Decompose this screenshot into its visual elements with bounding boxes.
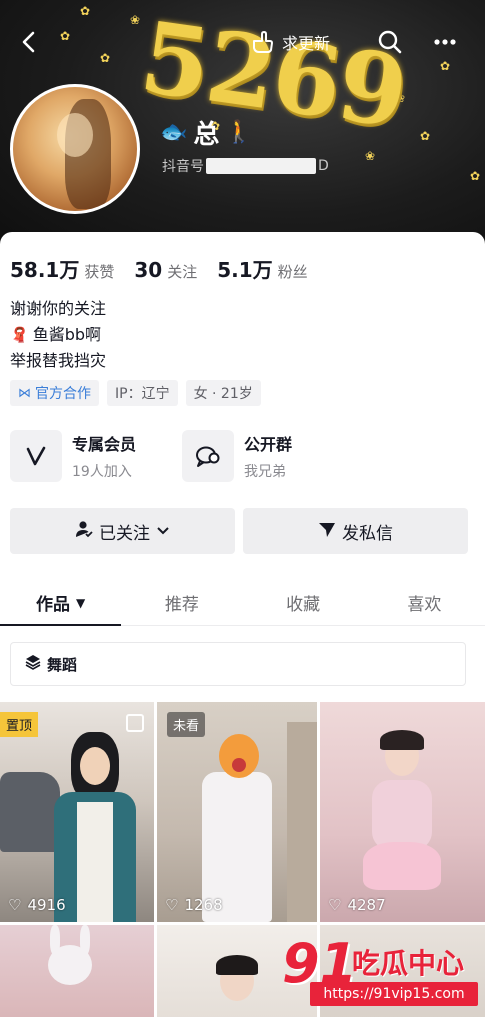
official-partner-tag[interactable]: ⋈ 官方合作 [10, 380, 99, 406]
message-button[interactable]: 发私信 [243, 508, 468, 554]
request-update-label: 求更新 [282, 34, 331, 53]
pinned-badge: 置顶 [0, 712, 39, 737]
hand-point-icon [253, 31, 273, 53]
stats-row: 58.1万 获赞 30 关注 5.1万 粉丝 [10, 254, 328, 283]
stat-label: 获赞 [84, 263, 115, 281]
group-subtitle: 我兄弟 [244, 464, 286, 480]
heart-icon: ♡ [328, 896, 342, 914]
bio-line: 谢谢你的关注 [10, 299, 107, 318]
tags-row: ⋈ 官方合作 IP：辽宁 女 · 21岁 [10, 380, 269, 406]
tab-favorites[interactable]: 收藏 [243, 580, 364, 625]
chat-icon [182, 430, 234, 482]
tab-label: 喜欢 [407, 595, 442, 615]
bio-line: 🧣 鱼酱bb啊 [10, 322, 106, 348]
account-id[interactable]: 抖音号 D [162, 156, 329, 176]
watermark-url: https://91vip15.com [310, 982, 478, 1006]
request-update-button[interactable]: 求更新 [250, 28, 330, 56]
collection-filter-label: 舞蹈 [47, 655, 78, 674]
video-thumbnail[interactable]: 置顶 ♡ 4916 [0, 702, 154, 922]
video-likes-count: 4287 [347, 896, 386, 914]
caret-down-icon: ▼ [76, 595, 86, 610]
account-id-redaction [206, 158, 316, 174]
account-id-prefix: 抖音号 [162, 159, 204, 175]
chevron-down-icon [156, 521, 170, 541]
tab-label: 作品 [36, 595, 70, 615]
followed-label: 已关注 [99, 523, 150, 544]
avatar[interactable] [10, 84, 140, 214]
video-likes: ♡ 4916 [8, 896, 66, 914]
message-label: 发私信 [342, 523, 393, 544]
stat-following[interactable]: 30 关注 [134, 258, 197, 282]
group-card[interactable]: 公开群 我兄弟 [182, 430, 354, 482]
bio-line: 举报替我挡灾 [10, 351, 107, 370]
site-watermark: 91 吃瓜中心 https://91vip15.com [282, 932, 482, 1010]
stat-likes[interactable]: 58.1万 获赞 [10, 254, 114, 283]
tab-label: 收藏 [286, 595, 321, 615]
stat-value: 5.1万 [217, 258, 273, 282]
group-title: 公开群 [244, 435, 293, 454]
top-bar: 求更新 [0, 22, 485, 62]
walker-icon: 🚶 [225, 120, 253, 145]
ip-tag: IP：辽宁 [107, 380, 178, 406]
account-id-suffix: D [318, 158, 329, 174]
member-subtitle: 19人加入 [72, 464, 132, 480]
stat-value: 30 [134, 258, 163, 282]
member-card[interactable]: 专属会员 19人加入 [10, 430, 182, 482]
heart-icon: ♡ [8, 896, 22, 914]
bio-line-text: 鱼酱bb啊 [32, 325, 102, 344]
profile-name: 总 [193, 120, 220, 150]
send-icon [318, 520, 336, 542]
layers-icon [25, 654, 41, 674]
stat-label: 粉丝 [277, 263, 308, 281]
person-check-icon [75, 520, 93, 542]
stat-value: 58.1万 [10, 258, 80, 282]
stat-followers[interactable]: 5.1万 粉丝 [217, 254, 307, 283]
v-icon [10, 430, 62, 482]
tab-works[interactable]: 作品 ▼ [0, 580, 122, 626]
bio: 谢谢你的关注 🧣 鱼酱bb啊 举报替我挡灾 [10, 296, 106, 374]
unwatched-badge: 未看 [167, 712, 206, 737]
profile-name-row: 🐟 总 🚶 [160, 114, 253, 151]
video-thumbnail[interactable] [0, 925, 154, 1017]
followed-button[interactable]: 已关注 [10, 508, 235, 554]
more-icon[interactable] [430, 28, 460, 56]
collection-filter[interactable]: 舞蹈 [10, 642, 466, 686]
action-buttons: 已关注 发私信 [10, 508, 476, 554]
back-icon[interactable] [16, 28, 42, 56]
tab-label: 推荐 [164, 595, 199, 615]
video-thumbnail[interactable]: ♡ 4287 [320, 702, 485, 922]
video-likes: ♡ 4287 [328, 896, 386, 914]
gender-age-tag: 女 · 21岁 [185, 380, 261, 406]
stat-label: 关注 [167, 263, 198, 281]
member-title: 专属会员 [72, 435, 137, 454]
scarf-icon: 🧣 [10, 326, 29, 344]
video-thumbnail[interactable]: 未看 ♡ 1268 [154, 702, 320, 922]
handshake-icon: ⋈ [18, 385, 31, 401]
multi-image-icon [126, 714, 144, 732]
watermark-text: 吃瓜中心 [352, 947, 465, 980]
search-icon[interactable] [376, 28, 404, 56]
official-partner-label: 官方合作 [35, 386, 91, 402]
tab-recommend[interactable]: 推荐 [121, 580, 242, 625]
video-likes: ♡ 1268 [165, 896, 223, 914]
fish-icon: 🐟 [160, 120, 188, 145]
profile-sheet: 58.1万 获赞 30 关注 5.1万 粉丝 谢谢你的关注 🧣 鱼酱bb啊 举报… [0, 232, 485, 1017]
heart-icon: ♡ [165, 896, 179, 914]
video-likes-count: 4916 [27, 896, 66, 914]
profile-banner: ✿ ✿ ❀ ✿ ❀ ✿ ✿ ❀ ✿ ✿ 5269 求更新 🐟 总 🚶 抖音号 D [0, 0, 485, 250]
tab-likes[interactable]: 喜欢 [364, 580, 485, 625]
content-tabs: 作品 ▼ 推荐 收藏 喜欢 [0, 580, 485, 626]
video-likes-count: 1268 [184, 896, 223, 914]
feature-cards: 专属会员 19人加入 公开群 我兄弟 [10, 430, 354, 482]
